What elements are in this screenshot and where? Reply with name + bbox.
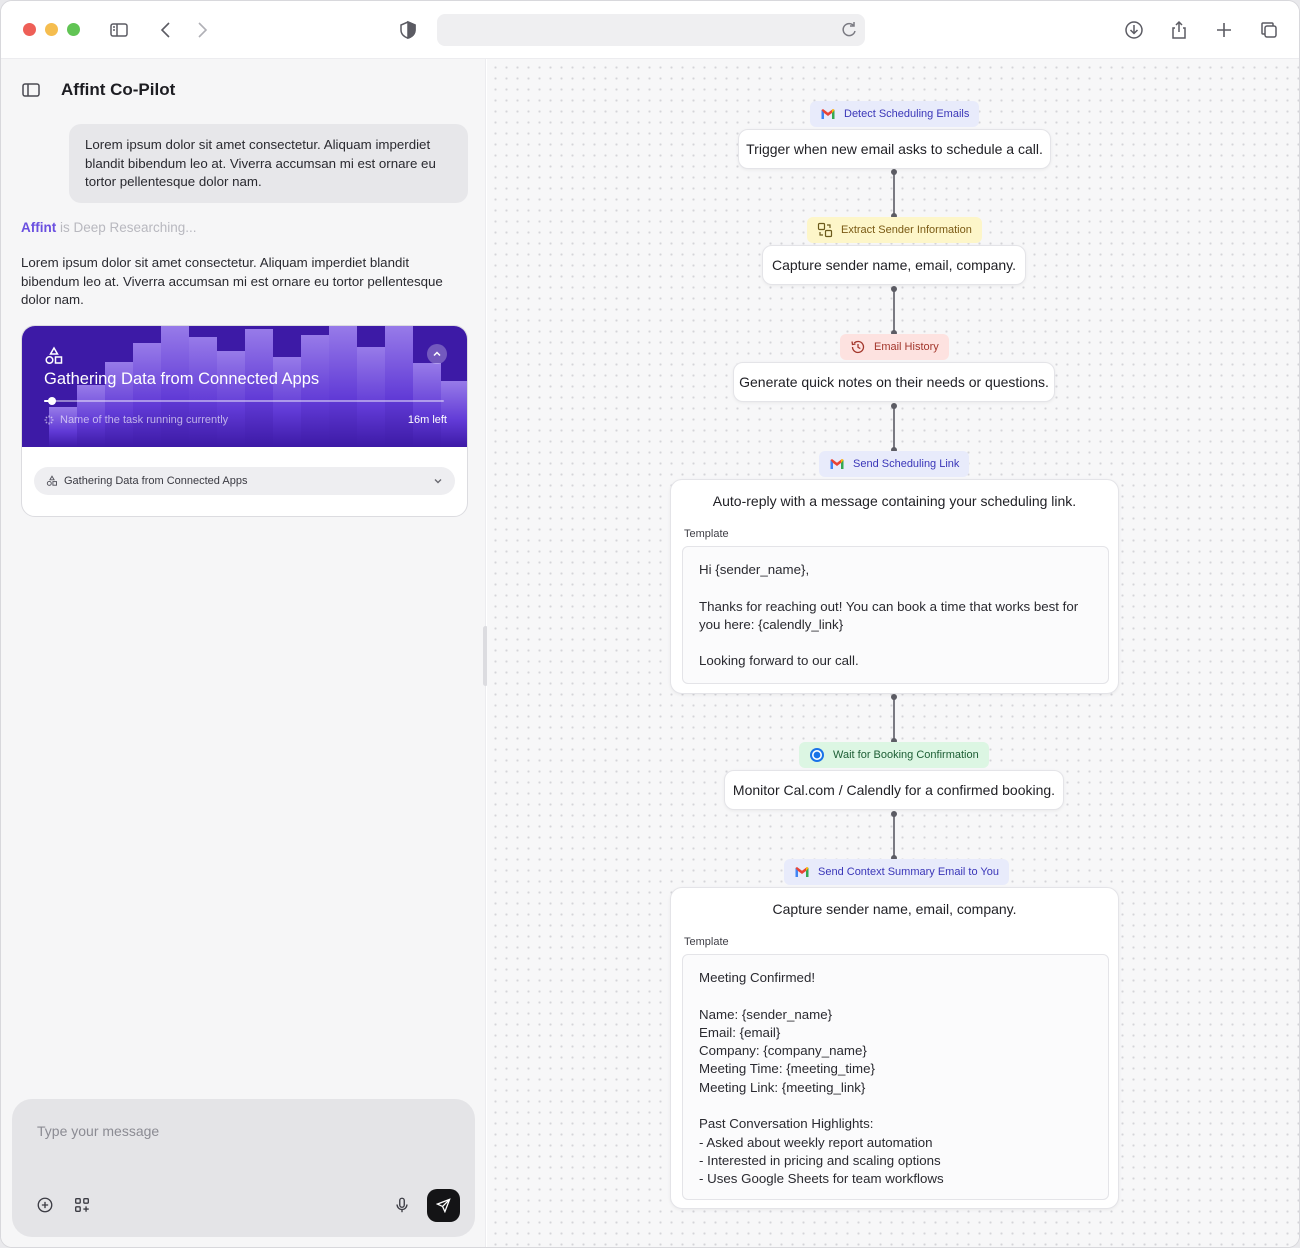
apps-grid-icon[interactable] <box>73 1196 91 1214</box>
collapse-task-button[interactable] <box>427 344 447 364</box>
research-status: Affint is Deep Researching... <box>21 220 197 235</box>
calendly-icon <box>810 748 824 762</box>
chevron-up-icon <box>433 351 441 357</box>
app-title: Affint Co-Pilot <box>61 80 176 99</box>
connector-2-3 <box>891 286 897 336</box>
chevron-down-icon <box>434 479 442 484</box>
message-composer: Type your message <box>12 1099 475 1237</box>
loading-spinner-icon <box>44 415 54 425</box>
user-message: Lorem ipsum dolor sit amet consectetur. … <box>69 124 468 203</box>
step-1-tag[interactable]: Detect Scheduling Emails <box>810 101 980 127</box>
connector-1-2 <box>891 169 897 219</box>
step-6-node[interactable]: Capture sender name, email, company. Tem… <box>670 887 1119 1209</box>
forward-icon[interactable] <box>189 17 215 43</box>
step-6-tag-label: Send Context Summary Email to You <box>818 866 999 878</box>
zoom-window-button[interactable] <box>67 23 80 36</box>
step-2-tag[interactable]: Extract Sender Information <box>807 217 982 243</box>
task-time-left: 16m left <box>407 414 447 426</box>
shapes-icon <box>46 475 57 486</box>
share-icon[interactable] <box>1166 17 1192 43</box>
panel-toggle-icon[interactable] <box>21 80 41 100</box>
step-3-tag[interactable]: Email History <box>840 334 949 360</box>
close-window-button[interactable] <box>23 23 36 36</box>
copilot-header: Affint Co-Pilot <box>21 79 175 101</box>
gmail-icon <box>795 867 809 877</box>
task-dropdown-label: Gathering Data from Connected Apps <box>64 475 248 487</box>
step-5-tag-label: Wait for Booking Confirmation <box>833 749 979 761</box>
browser-toolbar <box>1 1 1299 59</box>
step-6-title: Capture sender name, email, company. <box>772 901 1017 917</box>
step-5-tag[interactable]: Wait for Booking Confirmation <box>799 742 989 768</box>
send-button[interactable] <box>427 1189 460 1222</box>
reload-icon[interactable] <box>839 20 859 40</box>
step-3-node[interactable]: Generate quick notes on their needs or q… <box>733 362 1055 402</box>
task-title: Gathering Data from Connected Apps <box>44 370 320 388</box>
shapes-icon <box>45 346 63 365</box>
step-4-template[interactable]: Hi {sender_name}, Thanks for reaching ou… <box>682 546 1109 684</box>
extract-icon <box>817 222 833 238</box>
minimize-window-button[interactable] <box>45 23 58 36</box>
download-icon[interactable] <box>1121 17 1147 43</box>
connector-3-4 <box>891 403 897 453</box>
step-6-tag[interactable]: Send Context Summary Email to You <box>784 859 1009 885</box>
step-4-node[interactable]: Auto-reply with a message containing you… <box>670 479 1119 694</box>
task-progress-knob <box>48 397 56 405</box>
send-icon <box>436 1198 451 1213</box>
assistant-message: Lorem ipsum dolor sit amet consectetur. … <box>21 255 443 307</box>
gmail-icon <box>830 459 844 469</box>
status-brand: Affint <box>21 220 57 235</box>
connector-4-5 <box>891 694 897 744</box>
step-2-node[interactable]: Capture sender name, email, company. <box>762 245 1026 285</box>
task-dropdown[interactable]: Gathering Data from Connected Apps <box>34 467 455 495</box>
step-4-template-label: Template <box>684 528 729 540</box>
step-5-node[interactable]: Monitor Cal.com / Calendly for a confirm… <box>724 770 1064 810</box>
task-subtitle: Name of the task running currently <box>60 414 229 426</box>
shield-icon[interactable] <box>395 17 421 43</box>
browser-window: Affint Co-Pilot Lorem ipsum dolor sit am… <box>0 0 1300 1248</box>
message-input[interactable]: Type your message <box>37 1123 159 1139</box>
step-1-node[interactable]: Trigger when new email asks to schedule … <box>738 129 1051 169</box>
tabs-overview-icon[interactable] <box>1256 17 1282 43</box>
connector-5-6 <box>891 811 897 861</box>
sidebar-toggle-icon[interactable] <box>106 17 132 43</box>
step-6-template-label: Template <box>684 936 729 948</box>
task-progress-track <box>44 397 444 405</box>
step-3-tag-label: Email History <box>874 341 939 353</box>
step-1-tag-label: Detect Scheduling Emails <box>844 108 970 120</box>
step-4-tag[interactable]: Send Scheduling Link <box>819 451 970 477</box>
step-4-tag-label: Send Scheduling Link <box>853 458 960 470</box>
gmail-icon <box>821 109 835 119</box>
task-subtitle-row: Name of the task running currently <box>44 414 228 426</box>
task-card: Gathering Data from Connected Apps Name … <box>21 325 468 517</box>
copilot-panel: Affint Co-Pilot Lorem ipsum dolor sit am… <box>1 59 486 1247</box>
status-text: is Deep Researching... <box>56 220 197 235</box>
address-bar[interactable] <box>437 14 865 46</box>
back-icon[interactable] <box>153 17 179 43</box>
new-tab-icon[interactable] <box>1211 17 1237 43</box>
history-icon <box>851 340 865 354</box>
step-2-tag-label: Extract Sender Information <box>841 224 972 236</box>
task-hero: Gathering Data from Connected Apps Name … <box>22 326 467 447</box>
add-attachment-icon[interactable] <box>36 1196 54 1214</box>
step-6-template[interactable]: Meeting Confirmed! Name: {sender_name} E… <box>682 954 1109 1200</box>
microphone-icon[interactable] <box>393 1196 411 1214</box>
step-4-title: Auto-reply with a message containing you… <box>712 493 1077 509</box>
workflow-canvas: Detect Scheduling Emails Trigger when ne… <box>487 59 1299 1247</box>
